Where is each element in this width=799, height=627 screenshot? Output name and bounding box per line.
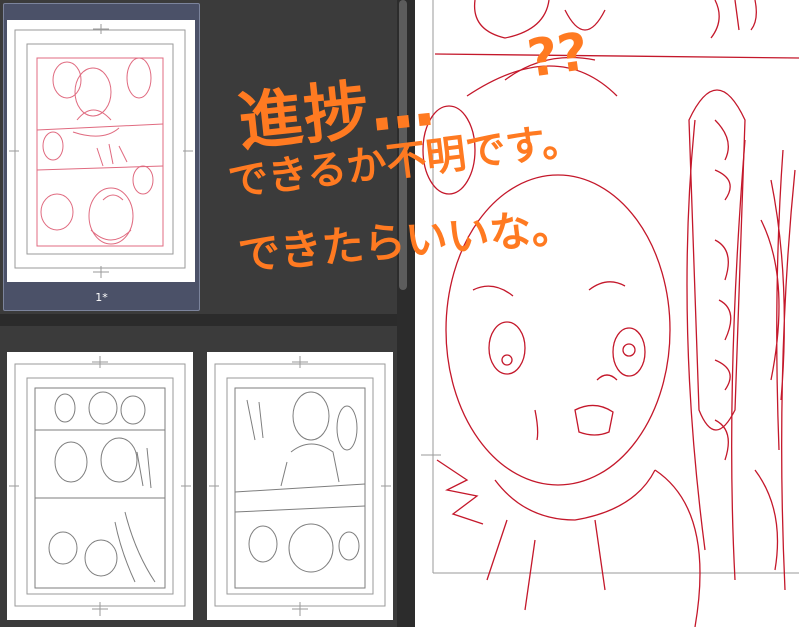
canvas-sketch [421,0,799,627]
note-question-marks: ?? [523,21,592,90]
page-3-sketch [209,356,391,616]
page-thumbnail-2[interactable] [7,352,193,620]
app-window: 1* 進捗… ?? できるか不明です。 できたらいいな。 [0,0,799,627]
main-canvas[interactable] [415,0,799,627]
page-thumbnail-3[interactable] [207,352,393,620]
page-2-sketch [9,356,191,616]
page-thumbnail-1[interactable]: 1* [3,3,200,311]
panel-separator [0,314,397,326]
page-1-preview [7,20,195,282]
page-1-label: 1* [95,291,108,304]
page-1-sketch [9,24,193,278]
